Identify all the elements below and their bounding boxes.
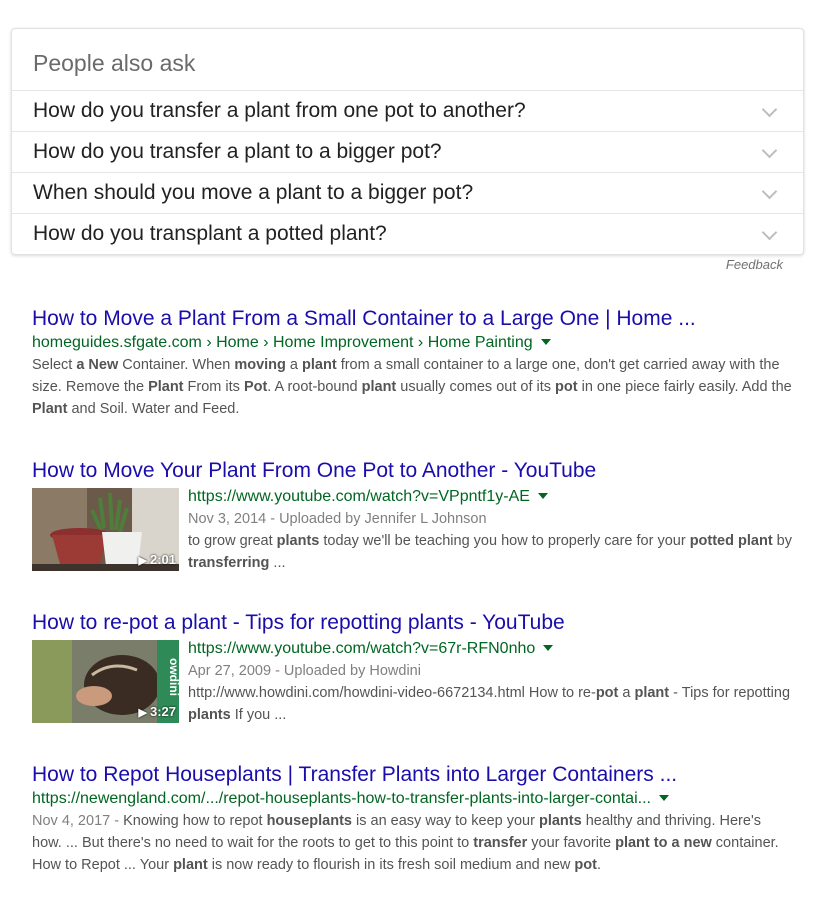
result-url[interactable]: https://www.youtube.com/watch?v=67r-RFN0…	[188, 638, 792, 660]
result-title-link[interactable]: How to Repot Houseplants | Transfer Plan…	[32, 762, 792, 788]
paa-question-text: How do you transfer a plant to a bigger …	[33, 140, 442, 163]
caret-down-icon[interactable]	[540, 338, 551, 345]
paa-question[interactable]: How do you transplant a potted plant?	[12, 214, 803, 254]
video-duration: ▶ 3:27	[138, 704, 177, 719]
result-url-text: https://www.youtube.com/watch?v=VPpntf1y…	[188, 488, 530, 505]
result-url-text: https://www.youtube.com/watch?v=67r-RFN0…	[188, 640, 536, 657]
search-result-video: How to Move Your Plant From One Pot to A…	[32, 458, 792, 574]
paa-question[interactable]: How do you transfer a plant to a bigger …	[12, 132, 803, 173]
result-snippet: Nov 4, 2017 - Knowing how to repot house…	[32, 813, 779, 873]
search-result: How to Repot Houseplants | Transfer Plan…	[32, 762, 792, 876]
result-url-text: https://newengland.com/.../repot-housepl…	[32, 790, 651, 807]
caret-down-icon[interactable]	[537, 492, 548, 499]
search-result-video: How to re-pot a plant - Tips for repotti…	[32, 610, 792, 726]
result-snippet-text: Knowing how to repot houseplants is an e…	[32, 813, 779, 873]
result-url[interactable]: https://newengland.com/.../repot-housepl…	[32, 788, 792, 810]
feedback-link[interactable]: Feedback	[726, 257, 783, 272]
howdini-watermark: owdini	[167, 658, 179, 696]
play-icon: ▶	[138, 707, 147, 719]
chevron-down-icon[interactable]	[761, 183, 778, 200]
video-thumbnail[interactable]: ▶ 2:01	[32, 488, 179, 571]
paa-question[interactable]: When should you move a plant to a bigger…	[12, 173, 803, 214]
result-title-link[interactable]: How to Move Your Plant From One Pot to A…	[32, 458, 792, 484]
result-snippet: to grow great plants today we'll be teac…	[188, 533, 792, 571]
people-also-ask-card: People also ask How do you transfer a pl…	[11, 28, 804, 255]
result-date-line: Apr 27, 2009 - Uploaded by Howdini	[188, 663, 421, 679]
paa-question[interactable]: How do you transfer a plant from one pot…	[12, 91, 803, 132]
result-url[interactable]: https://www.youtube.com/watch?v=VPpntf1y…	[188, 486, 792, 508]
video-thumbnail[interactable]: owdini ▶ 3:27	[32, 640, 179, 723]
caret-down-icon[interactable]	[658, 794, 669, 801]
video-duration: ▶ 2:01	[138, 552, 177, 567]
result-url-text: homeguides.sfgate.com › Home › Home Impr…	[32, 334, 533, 351]
search-result: How to Move a Plant From a Small Contain…	[32, 306, 792, 420]
result-snippet: http://www.howdini.com/howdini-video-667…	[188, 685, 791, 723]
chevron-down-icon[interactable]	[761, 101, 778, 118]
chevron-down-icon[interactable]	[761, 224, 778, 241]
result-title-link[interactable]: How to re-pot a plant - Tips for repotti…	[32, 610, 792, 636]
result-title-link[interactable]: How to Move a Plant From a Small Contain…	[32, 306, 792, 332]
result-date-line: Nov 3, 2014 - Uploaded by Jennifer L Joh…	[188, 511, 487, 527]
caret-down-icon[interactable]	[543, 644, 554, 651]
paa-heading: People also ask	[12, 29, 803, 91]
paa-question-text: When should you move a plant to a bigger…	[33, 181, 474, 204]
result-date: Nov 4, 2017	[32, 813, 111, 829]
result-snippet: Select a New Container. When moving a pl…	[32, 357, 792, 417]
result-url[interactable]: homeguides.sfgate.com › Home › Home Impr…	[32, 332, 792, 354]
play-icon: ▶	[138, 555, 147, 567]
paa-question-text: How do you transfer a plant from one pot…	[33, 99, 526, 122]
chevron-down-icon[interactable]	[761, 142, 778, 159]
paa-question-text: How do you transplant a potted plant?	[33, 222, 387, 245]
